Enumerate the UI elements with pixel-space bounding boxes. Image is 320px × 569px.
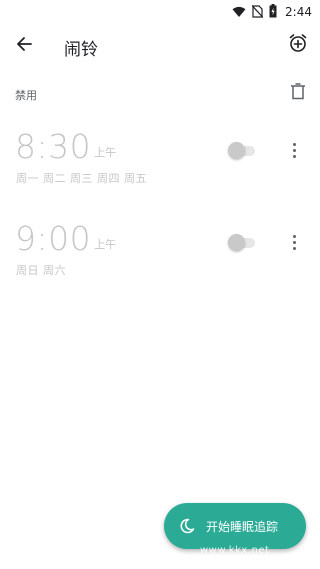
delete-button[interactable] <box>288 82 308 104</box>
page-title: 闹铃 <box>64 40 98 60</box>
no-sim-icon <box>251 3 264 22</box>
toggle-thumb <box>228 234 245 251</box>
alarm-time[interactable]: 9:00 <box>15 222 91 256</box>
alarm-toggle[interactable] <box>228 234 256 251</box>
status-bar: 2:44 <box>0 0 320 24</box>
watermark: www.kkx.net <box>200 545 270 556</box>
alarm-days: 周日 周六 <box>16 264 66 277</box>
alarm-item[interactable]: 8:30 上午 周一 周二 周三 周四 周五 <box>0 130 320 200</box>
alarm-ampm: 上午 <box>94 146 117 159</box>
more-vert-icon <box>292 234 296 238</box>
more-options-button[interactable] <box>286 140 302 160</box>
arrow-back-icon <box>16 36 32 56</box>
toggle-thumb <box>228 142 245 159</box>
fab-label: 开始睡眠追踪 <box>206 519 279 534</box>
start-sleep-tracking-button[interactable]: 开始睡眠追踪 <box>164 503 306 549</box>
trash-icon <box>290 82 306 104</box>
more-vert-icon <box>292 142 296 146</box>
alarm-time-group: 9:00 上午 <box>15 222 116 256</box>
status-icons: 2:44 <box>232 3 312 21</box>
alarm-add-icon <box>288 33 308 57</box>
alarm-screen: 2:44 闹铃 禁用 8:30 上午 周一 周二 周三 周四 周五 9:00 上… <box>0 0 320 569</box>
alarm-ampm: 上午 <box>94 238 117 251</box>
app-bar: 闹铃 <box>0 24 320 68</box>
alarm-days: 周一 周二 周三 周四 周五 <box>16 172 147 185</box>
alarm-time-group: 8:30 上午 <box>15 130 116 164</box>
battery-charging-icon <box>269 3 277 22</box>
alarm-item[interactable]: 9:00 上午 周日 周六 <box>0 222 320 292</box>
wifi-icon <box>232 3 246 22</box>
more-options-button[interactable] <box>286 232 302 252</box>
moon-icon <box>179 517 197 535</box>
status-time: 2:44 <box>285 5 312 19</box>
back-button[interactable] <box>12 34 36 58</box>
alarm-toggle[interactable] <box>228 142 256 159</box>
add-alarm-button[interactable] <box>286 33 310 57</box>
section-header: 禁用 <box>0 82 320 104</box>
alarm-time[interactable]: 8:30 <box>15 130 91 164</box>
section-label-disabled: 禁用 <box>15 89 37 102</box>
